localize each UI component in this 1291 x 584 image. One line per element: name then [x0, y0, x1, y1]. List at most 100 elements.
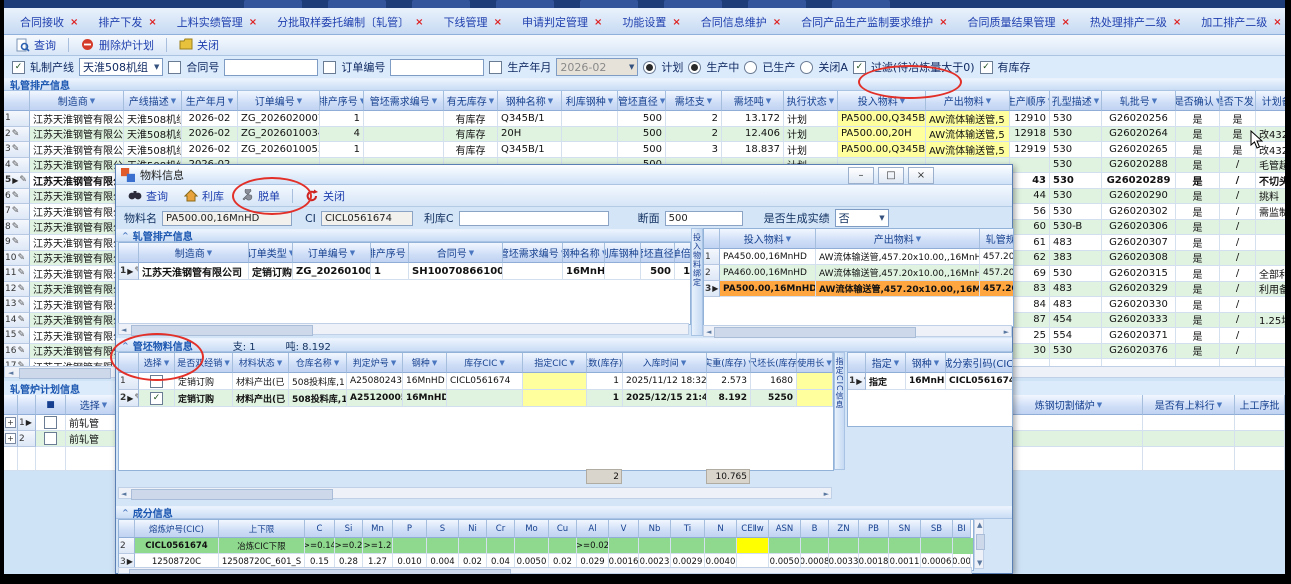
row-header[interactable]: 9✎ — [4, 235, 30, 251]
column-header-钢种[interactable]: 钢种▼ — [403, 353, 447, 373]
toolbar-button-1[interactable]: 查询 — [10, 36, 62, 54]
column-header-是否确认[interactable]: 是否确认▼ — [1176, 91, 1220, 111]
row-header[interactable]: 17✎ — [4, 359, 30, 366]
column-header-指定[interactable]: 指定▼ — [866, 353, 906, 373]
tab-close-icon[interactable]: × — [415, 17, 423, 28]
column-header-是否双经销[interactable]: 是否双经销▼ — [175, 353, 233, 373]
column-header-需坯吨[interactable]: 需坯吨▼ — [722, 91, 784, 111]
row-header[interactable]: 2 — [18, 431, 36, 447]
column-header-Ni[interactable]: Ni — [459, 520, 487, 538]
collapse-icon[interactable]: ^ — [122, 231, 129, 240]
row-header[interactable]: 1▶✎ — [119, 263, 139, 280]
row-header[interactable]: 1 — [704, 249, 720, 265]
table-row[interactable]: 1▶✎江苏天淮钢管有限公司定销订购ZG_202601003651SH100708… — [119, 263, 690, 280]
column-header-SB[interactable]: SB — [921, 520, 953, 538]
column-header-指定CIC[interactable]: 指定CIC▼ — [523, 353, 587, 373]
checkbox-合同号[interactable] — [168, 61, 181, 74]
column-header-Al[interactable]: Al — [577, 520, 609, 538]
column-header-选择[interactable]: 选择▼ — [139, 353, 175, 373]
row-header[interactable]: 12✎ — [4, 282, 30, 298]
dialog-toolbar-脱单[interactable]: 脱单 — [234, 187, 286, 205]
column-header-Cr[interactable]: Cr — [487, 520, 515, 538]
column-header-排产序号[interactable]: 排产序号▼ — [371, 243, 409, 263]
column-header-ASN[interactable]: ASN — [769, 520, 801, 538]
column-header-孔型描述[interactable]: 孔型描述▼ — [1050, 91, 1102, 111]
column-header-成分索引码(CIC)[interactable]: 成分索引码(CIC)▼ — [946, 353, 1013, 373]
column-header-实重(库存)[interactable]: 实重(库存)▼ — [707, 353, 751, 373]
column-header-生产顺序[interactable]: 生产顺序▼ — [1010, 91, 1050, 111]
assign-vertical-tab[interactable]: 指定CIC信息 — [834, 352, 845, 470]
filter-input-订单编号[interactable] — [390, 59, 484, 76]
tab-close-icon[interactable]: × — [939, 17, 947, 28]
column-header-利库钢种[interactable]: 利库钢种▼ — [562, 91, 618, 111]
column-header-执行状态[interactable]: 执行状态▼ — [784, 91, 838, 111]
invest-panel-vertical-tab[interactable]: 投入物料绑定 — [691, 228, 703, 336]
dialog-titlebar[interactable]: 物料信息 – □ × — [116, 165, 1012, 185]
row-header[interactable]: 3▶ — [704, 281, 720, 297]
column-header-产出物料[interactable]: 产出物料▼ — [816, 229, 980, 249]
tab-下线管理[interactable]: 下线管理× — [434, 11, 512, 34]
column-header-排产序号[interactable]: 排产序号▼ — [320, 91, 364, 111]
table-row[interactable]: 3▶PA500.00,16MnHDAW流体输送管,457.20x10.00,,1… — [704, 281, 1013, 297]
column-header-订单编号[interactable]: 订单编号▼ — [293, 243, 371, 263]
checkbox-有库存[interactable]: ✓ — [980, 61, 993, 74]
column-header-钢种名称[interactable]: 钢种名称▼ — [498, 91, 562, 111]
column-header-钢种[interactable]: 钢种▼ — [906, 353, 946, 373]
column-header-N[interactable]: N — [705, 520, 737, 538]
radio-关闭A[interactable] — [800, 61, 813, 74]
radio-已生产[interactable] — [744, 61, 757, 74]
column-header-合同号[interactable]: 合同号▼ — [409, 243, 503, 263]
checkbox-过滤(待冶炼量大于0)[interactable]: ✓ — [853, 61, 866, 74]
column-header-订单类型[interactable]: 订单类型▼ — [249, 243, 293, 263]
row-checkbox[interactable] — [44, 432, 57, 445]
row-header[interactable]: 3✎ — [4, 142, 30, 158]
tab-分批取样委托编制〔轧管〕[interactable]: 分批取样委托编制〔轧管〕× — [267, 11, 433, 34]
row-checkbox[interactable] — [44, 416, 57, 429]
radio-计划[interactable] — [643, 61, 656, 74]
line-select[interactable]: 天淮508机组▼ — [79, 58, 163, 76]
tab-合同信息维护[interactable]: 合同信息维护× — [691, 11, 791, 34]
collapse-icon[interactable]: ^ — [122, 341, 129, 350]
comp-grid-hscrollbar[interactable] — [118, 567, 972, 574]
row-header[interactable]: 16✎ — [4, 344, 30, 360]
column-header-产线描述[interactable]: 产线描述▼ — [124, 91, 182, 111]
tab-close-icon[interactable]: × — [494, 17, 502, 28]
table-row[interactable]: 2▶✎✓定销订购材料产出(已508投料库,1A2512000516MnHD120… — [119, 390, 833, 407]
table-row[interactable]: 1定销订购材料产出(已508投料库,1A2508024316MnHDCICL05… — [119, 373, 833, 390]
close-button[interactable]: × — [908, 167, 934, 184]
tab-合同质量结果管理[interactable]: 合同质量结果管理× — [958, 11, 1080, 34]
table-row[interactable]: 1▶✎指定16MnHDCICL0561674 — [848, 373, 1012, 390]
row-header[interactable]: 7✎ — [4, 204, 30, 220]
column-header-支数(库存)[interactable]: 支数(库存)▼ — [587, 353, 623, 373]
row-header[interactable]: 1 — [4, 111, 30, 127]
minimize-button[interactable]: – — [848, 167, 874, 184]
column-header-利库钢种[interactable]: 利库钢种▼ — [605, 243, 641, 263]
row-header[interactable]: 10✎ — [4, 251, 30, 267]
column-header-C[interactable]: C — [305, 520, 335, 538]
column-header-炼钢切割储炉[interactable]: 炼钢切割储炉▼ — [995, 395, 1143, 415]
likuc-field[interactable] — [459, 211, 609, 226]
tab-close-icon[interactable]: × — [249, 17, 257, 28]
tab-热处理排产二级[interactable]: 热处理排产二级× — [1080, 11, 1191, 34]
row-header[interactable]: 4✎ — [4, 158, 30, 174]
column-header-入库时间[interactable]: 入库时间▼ — [623, 353, 707, 373]
column-header-订单编号[interactable]: 订单编号▼ — [238, 91, 320, 111]
comp-grid-vscrollbar[interactable]: ▲▼ — [974, 519, 984, 569]
blank-grid-hscrollbar[interactable]: ◄► — [118, 487, 832, 499]
column-header-单倍坯长[interactable]: 单倍坯长▼ — [675, 243, 691, 263]
column-header-ZN[interactable]: ZN — [829, 520, 859, 538]
column-header-Mn[interactable]: Mn — [363, 520, 393, 538]
row-header[interactable]: 8✎ — [4, 220, 30, 236]
column-header-管坯需求编号[interactable]: 管坯需求编号▼ — [503, 243, 563, 263]
column-header-Ti[interactable]: Ti — [671, 520, 705, 538]
table-row[interactable]: 2PA460.00,16MnHDAW流体输送管,457.20x10.00,,16… — [704, 265, 1013, 281]
column-header-Si[interactable]: Si — [335, 520, 363, 538]
tab-close-icon[interactable]: × — [773, 17, 781, 28]
row-header[interactable]: 11✎ — [4, 266, 30, 282]
column-header-生产年月[interactable]: 生产年月▼ — [182, 91, 238, 111]
radio-生产中[interactable] — [688, 61, 701, 74]
dialog-toolbar-查询[interactable]: 查询 — [122, 187, 174, 205]
tab-close-icon[interactable]: × — [1273, 17, 1281, 28]
column-header-制造商[interactable]: 制造商▼ — [30, 91, 124, 111]
tab-close-icon[interactable]: × — [672, 17, 680, 28]
